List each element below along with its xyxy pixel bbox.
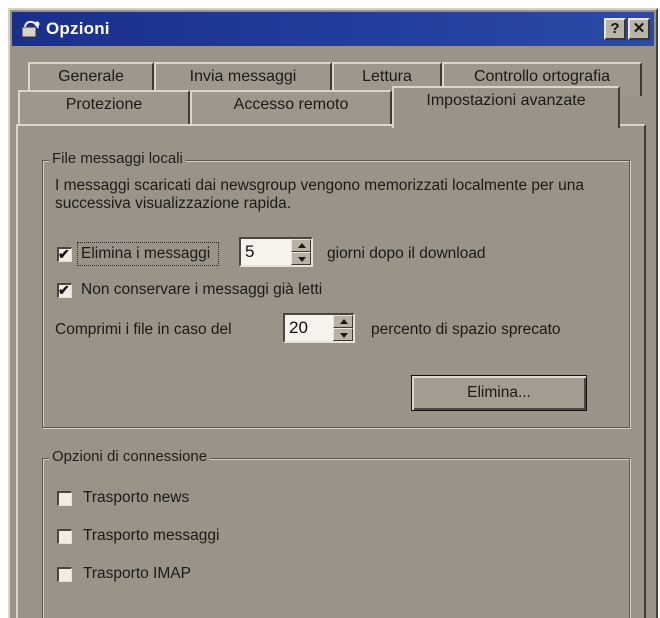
- tab-panel-impostazioni-avanzate: File messaggi locali I messaggi scaricat…: [16, 124, 646, 618]
- compress-suffix: percento di spazio sprecato: [371, 321, 561, 338]
- local-files-group: File messaggi locali I messaggi scaricat…: [42, 150, 630, 428]
- delete-messages-checkbox[interactable]: ✔: [57, 246, 72, 262]
- checkmark-icon: ✔: [58, 282, 70, 298]
- mail-transport-label[interactable]: Trasporto messaggi: [83, 527, 219, 545]
- compress-percent-value[interactable]: 20: [289, 318, 308, 338]
- arrow-up-icon: [298, 243, 306, 248]
- spin-up-button[interactable]: [333, 315, 353, 328]
- help-button[interactable]: ?: [604, 18, 626, 40]
- delete-now-button[interactable]: Elimina...: [411, 375, 587, 411]
- spin-down-button[interactable]: [333, 328, 353, 341]
- delete-days-suffix: giorni dopo il download: [327, 245, 486, 262]
- connection-options-group: Opzioni di connessione Trasporto news Tr…: [42, 448, 630, 618]
- tab-accesso-remoto[interactable]: Accesso remoto: [190, 90, 392, 126]
- compress-label: Comprimi i file in caso del: [55, 321, 232, 338]
- arrow-down-icon: [298, 257, 306, 262]
- arrow-down-icon: [340, 333, 348, 338]
- delete-messages-label[interactable]: Elimina i messaggi: [81, 245, 210, 263]
- tab-protezione[interactable]: Protezione: [18, 90, 190, 126]
- arrow-up-icon: [340, 319, 348, 324]
- newsgroup-app-icon: [21, 20, 40, 38]
- close-button[interactable]: ✕: [628, 18, 650, 40]
- discard-read-label[interactable]: Non conservare i messaggi già letti: [81, 281, 322, 299]
- tab-impostazioni-avanzate[interactable]: Impostazioni avanzate: [392, 86, 620, 128]
- local-files-description: I messaggi scaricati dai newsgroup vengo…: [55, 177, 584, 212]
- discard-read-checkbox[interactable]: ✔: [57, 282, 72, 298]
- compress-percent-spinner[interactable]: 20: [283, 313, 355, 343]
- connection-options-group-label: Opzioni di connessione: [49, 448, 211, 465]
- delete-days-spinner[interactable]: 5: [239, 237, 313, 267]
- imap-transport-label[interactable]: Trasporto IMAP: [83, 565, 191, 583]
- checkmark-icon: ✔: [58, 246, 70, 262]
- imap-transport-checkbox[interactable]: [57, 567, 72, 582]
- delete-days-value[interactable]: 5: [245, 242, 254, 262]
- mail-transport-checkbox[interactable]: [57, 529, 72, 544]
- news-transport-label[interactable]: Trasporto news: [83, 489, 189, 507]
- spin-up-button[interactable]: [291, 239, 311, 252]
- local-files-group-label: File messaggi locali: [49, 150, 186, 167]
- window-title: Opzioni: [46, 19, 110, 38]
- options-dialog: Opzioni ? ✕ Generale Invia messaggi Lett…: [8, 8, 658, 618]
- spin-down-button[interactable]: [291, 252, 311, 265]
- news-transport-checkbox[interactable]: [57, 491, 72, 506]
- title-bar[interactable]: Opzioni ? ✕: [12, 12, 654, 46]
